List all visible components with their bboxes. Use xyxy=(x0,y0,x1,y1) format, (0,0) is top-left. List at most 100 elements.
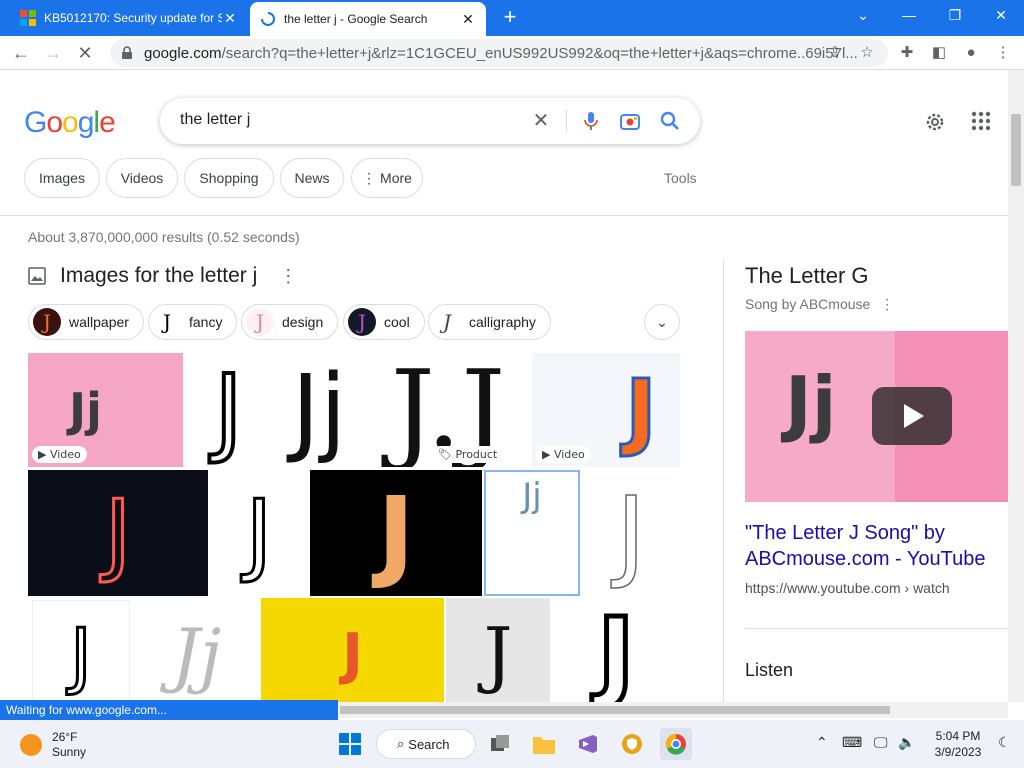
chrome-menu-icon[interactable]: ⋮ xyxy=(994,44,1012,62)
image-glyph: J xyxy=(483,612,513,696)
image-result[interactable]: J xyxy=(446,598,550,702)
image-result[interactable]: J ▶ Video xyxy=(532,353,680,467)
share-icon[interactable]: ⇪ xyxy=(826,44,844,62)
loading-spinner-icon xyxy=(261,12,275,26)
section-menu-icon[interactable]: ⋮ xyxy=(279,266,297,287)
filter-news[interactable]: News xyxy=(280,158,344,198)
image-result[interactable]: J xyxy=(310,470,482,596)
kp-subtitle: Song by ABCmouse ⋮ xyxy=(745,296,894,313)
pill-label: design xyxy=(282,314,324,330)
image-result[interactable]: J xyxy=(582,470,680,596)
clock-time: 5:04 PM xyxy=(935,729,981,743)
show-hidden-icons-icon[interactable]: ⌃ xyxy=(816,734,828,751)
weather-condition: Sunny xyxy=(52,745,87,759)
tab-close-icon[interactable]: ✕ xyxy=(222,10,238,27)
image-result[interactable]: J.J 🏷 Product xyxy=(366,353,530,467)
image-result[interactable]: J xyxy=(28,470,208,596)
filter-shopping[interactable]: Shopping xyxy=(184,158,274,198)
vertical-scrollbar[interactable] xyxy=(1008,70,1024,702)
image-glyph: Jj xyxy=(291,354,347,466)
bookmark-star-icon[interactable]: ☆ xyxy=(858,44,876,62)
pill-wallpaper[interactable]: Jwallpaper xyxy=(28,304,144,340)
kp-menu-icon[interactable]: ⋮ xyxy=(880,296,894,312)
image-result[interactable]: J xyxy=(261,598,444,702)
weather-temp: 26°F xyxy=(52,730,78,744)
close-window-button[interactable]: ✕ xyxy=(978,0,1024,30)
visual-studio-icon[interactable] xyxy=(572,728,604,760)
start-button[interactable] xyxy=(334,728,366,760)
maximize-button[interactable]: ❐ xyxy=(932,0,978,30)
search-submit-icon[interactable] xyxy=(659,110,681,132)
pill-fancy[interactable]: Jfancy xyxy=(148,304,238,340)
images-section-header: Images for the letter j ⋮ xyxy=(28,264,297,288)
image-result[interactable]: Jj ▶ Video xyxy=(28,353,183,467)
stop-loading-icon[interactable]: ✕ xyxy=(72,40,98,66)
image-result[interactable]: J xyxy=(210,470,308,596)
volume-icon[interactable]: 🔈 xyxy=(898,734,915,751)
pill-cool[interactable]: Jcool xyxy=(343,304,425,340)
video-glyph: Jj xyxy=(785,361,837,445)
settings-gear-icon[interactable] xyxy=(923,110,947,134)
tab-google-search[interactable]: the letter j - Google Search ✕ xyxy=(250,2,486,36)
weather-widget[interactable]: 26°F Sunny xyxy=(20,730,86,760)
profile-icon[interactable]: ● xyxy=(962,44,980,62)
keyboard-icon[interactable]: ⌨ xyxy=(842,734,862,751)
vpn-shield-icon[interactable] xyxy=(616,728,648,760)
clear-search-icon[interactable]: ✕ xyxy=(530,110,552,132)
kp-video-link[interactable]: "The Letter J Song" by ABCmouse.com - Yo… xyxy=(745,520,1005,572)
search-divider xyxy=(566,110,567,132)
taskbar-search[interactable]: ⌕ Search xyxy=(376,729,476,759)
filter-videos[interactable]: Videos xyxy=(106,158,178,198)
tab-title: KB5012170: Security update for S xyxy=(44,11,222,25)
kp-video-thumbnail[interactable]: Jj xyxy=(745,331,1008,502)
side-panel-icon[interactable]: ◧ xyxy=(930,44,948,62)
google-apps-icon[interactable] xyxy=(970,110,992,132)
notifications-icon[interactable]: ☾ xyxy=(998,734,1011,751)
pill-design[interactable]: Jdesign xyxy=(241,304,339,340)
image-glyph: J xyxy=(377,474,415,592)
chrome-taskbar-icon[interactable] xyxy=(660,728,692,760)
pill-thumb: J xyxy=(33,308,61,336)
more-dots-icon: ⋮ xyxy=(362,169,377,186)
back-icon[interactable]: ← xyxy=(8,40,34,66)
image-glyph: J xyxy=(616,474,647,593)
tab-close-icon[interactable]: ✕ xyxy=(460,11,476,28)
image-result[interactable]: J xyxy=(552,598,680,702)
extensions-icon[interactable]: ✚ xyxy=(898,44,916,62)
tools-button[interactable]: Tools xyxy=(664,170,697,186)
search-input[interactable]: the letter j xyxy=(180,111,250,129)
play-button[interactable] xyxy=(872,387,952,445)
pill-label: calligraphy xyxy=(469,314,536,330)
task-view-icon[interactable] xyxy=(484,728,516,760)
address-bar[interactable]: google.com/search?q=the+letter+j&rlz=1C1… xyxy=(110,39,888,67)
file-explorer-icon[interactable] xyxy=(528,728,560,760)
tab-search-button[interactable]: ⌄ xyxy=(840,0,886,30)
pill-label: cool xyxy=(384,314,410,330)
tab-kb5012170[interactable]: KB5012170: Security update for S ✕ xyxy=(10,0,248,36)
image-result[interactable]: Jj xyxy=(134,600,259,702)
search-box[interactable]: the letter j ✕ xyxy=(160,98,700,144)
network-icon[interactable]: 🖵 xyxy=(874,734,888,751)
filter-images[interactable]: Images xyxy=(24,158,100,198)
filter-more[interactable]: ⋮ More xyxy=(351,158,423,198)
image-result[interactable]: J xyxy=(32,600,130,702)
scroll-thumb[interactable] xyxy=(1011,114,1021,186)
scroll-thumb[interactable] xyxy=(340,706,890,714)
lens-camera-icon[interactable] xyxy=(619,110,641,132)
image-result[interactable]: J xyxy=(185,353,272,467)
results-stats: About 3,870,000,000 results (0.52 second… xyxy=(28,229,300,245)
image-result[interactable]: Jj xyxy=(274,353,364,467)
clock-date: 3/9/2023 xyxy=(934,745,982,759)
expand-pills-button[interactable]: ⌄ xyxy=(644,304,680,340)
tab-title: the letter j - Google Search xyxy=(284,12,428,26)
voice-search-icon[interactable] xyxy=(580,110,602,132)
minimize-button[interactable]: — xyxy=(886,0,932,30)
image-result[interactable]: Jj xyxy=(484,470,580,596)
google-logo[interactable]: Google xyxy=(24,106,116,140)
pill-thumb: J xyxy=(246,308,274,336)
image-glyph: J xyxy=(244,479,273,587)
clock[interactable]: 5:04 PM 3/9/2023 xyxy=(928,728,988,760)
pill-calligraphy[interactable]: Jcalligraphy xyxy=(428,304,551,340)
forward-icon[interactable]: → xyxy=(40,40,66,66)
new-tab-button[interactable]: + xyxy=(498,6,522,30)
